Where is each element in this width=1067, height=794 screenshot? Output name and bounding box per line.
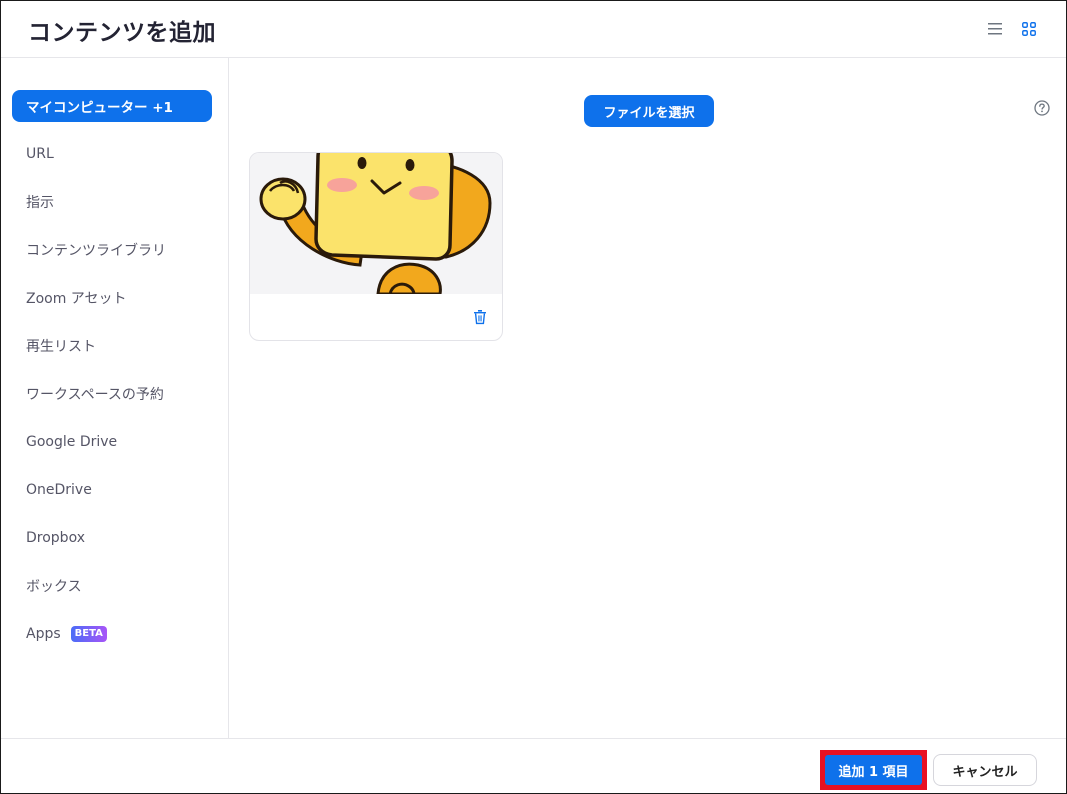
sidebar-item-onedrive[interactable]: OneDrive — [12, 474, 212, 506]
dialog-footer: 追加 1 項目 キャンセル — [1, 738, 1066, 793]
cancel-button[interactable]: キャンセル — [933, 754, 1037, 786]
file-card[interactable] — [249, 152, 503, 341]
sidebar-item-label: 指示 — [26, 195, 54, 211]
yellow-mascot-image — [259, 153, 492, 294]
sidebar-item-label: OneDrive — [26, 482, 92, 498]
sidebar-item-label: Google Drive — [26, 434, 118, 450]
sidebar-item-playlists[interactable]: 再生リスト — [12, 330, 212, 362]
list-view-toggle[interactable] — [983, 17, 1007, 41]
sidebar-item-instructions[interactable]: 指示 — [12, 186, 212, 218]
content-area: ファイルを選択 — [230, 58, 1066, 738]
choose-file-button[interactable]: ファイルを選択 — [584, 95, 714, 127]
highlight-frame: 追加 1 項目 — [820, 750, 927, 790]
source-sidebar: マイコンピューター +1 URL 指示 コンテンツライブラリ Zoom アセット… — [1, 58, 229, 738]
sidebar-item-zoom-assets[interactable]: Zoom アセット — [12, 282, 212, 314]
add-items-button[interactable]: 追加 1 項目 — [825, 755, 922, 785]
sidebar-item-label: ボックス — [26, 579, 82, 595]
dialog-header: コンテンツを追加 — [1, 1, 1066, 58]
sidebar-item-url[interactable]: URL — [12, 138, 212, 170]
sidebar-item-label: Zoom アセット — [26, 291, 127, 307]
sidebar-item-content-library[interactable]: コンテンツライブラリ — [12, 234, 212, 266]
sidebar-item-label: Dropbox — [26, 530, 85, 546]
sidebar-item-workspace-reservation[interactable]: ワークスペースの予約 — [12, 378, 212, 410]
sidebar-item-dropbox[interactable]: Dropbox — [12, 522, 212, 554]
sidebar-item-box[interactable]: ボックス — [12, 570, 212, 602]
sidebar-item-label: Apps — [26, 626, 61, 642]
add-content-dialog: コンテンツを追加 マイコンピューター +1 URL 指示 コンテンツライブラリ … — [0, 0, 1067, 794]
file-thumbnail — [250, 153, 502, 294]
sidebar-item-label: ワークスペースの予約 — [26, 387, 164, 403]
dialog-title: コンテンツを追加 — [28, 20, 216, 46]
sidebar-item-label: コンテンツライブラリ — [26, 243, 166, 259]
grid-icon — [1022, 22, 1036, 36]
list-icon — [988, 23, 1002, 35]
beta-badge: BETA — [70, 626, 107, 642]
sidebar-item-google-drive[interactable]: Google Drive — [12, 426, 212, 458]
question-circle-icon[interactable] — [1033, 99, 1051, 117]
sidebar-item-apps[interactable]: Apps BETA — [12, 618, 212, 650]
grid-view-toggle[interactable] — [1017, 17, 1041, 41]
sidebar-item-label: 再生リスト — [26, 339, 96, 355]
trash-icon[interactable] — [472, 309, 488, 325]
sidebar-item-label: マイコンピューター +1 — [26, 100, 173, 116]
sidebar-item-my-computer[interactable]: マイコンピューター +1 — [12, 90, 212, 122]
sidebar-item-label: URL — [26, 146, 54, 162]
